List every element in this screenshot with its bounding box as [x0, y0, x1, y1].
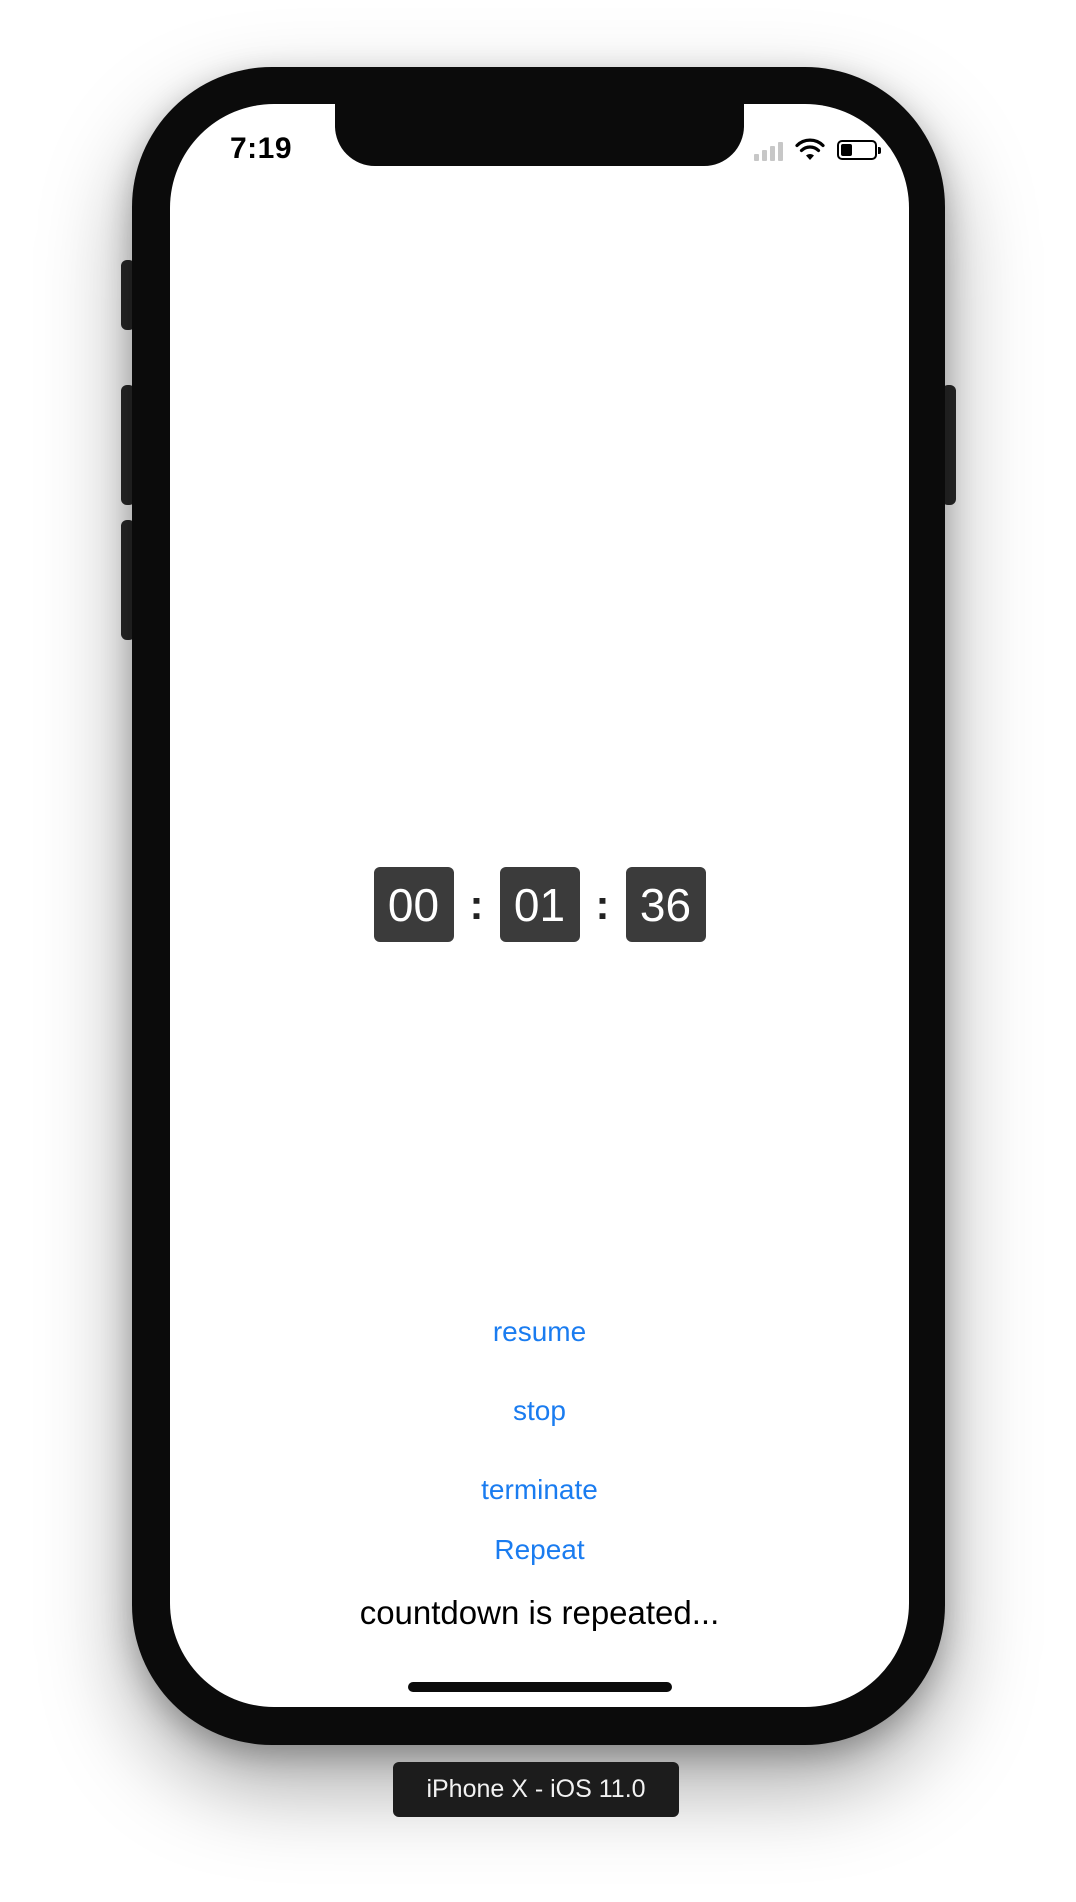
status-bar-time: 7:19: [230, 132, 293, 165]
resume-button[interactable]: resume: [170, 1316, 909, 1348]
minutes-display: 01: [499, 867, 580, 942]
countdown-status-label: countdown is repeated...: [359, 1594, 720, 1631]
stop-button[interactable]: stop: [170, 1395, 909, 1427]
timer-separator: :: [469, 881, 484, 928]
simulator-stage: 7:19 00 : 01 : 36 resume stop terminate …: [0, 0, 1076, 1902]
device-screen: 7:19 00 : 01 : 36 resume stop terminate …: [170, 104, 909, 1707]
battery-icon: [837, 140, 881, 160]
seconds-display: 36: [625, 867, 706, 942]
timer-separator: :: [595, 881, 610, 928]
terminate-button[interactable]: terminate: [170, 1474, 909, 1506]
countdown-timer: 00 : 01 : 36: [170, 867, 909, 942]
battery-level-fill: [841, 144, 852, 156]
notch: [335, 104, 744, 166]
status-bar-icons: [754, 136, 881, 164]
repeat-button[interactable]: Repeat: [170, 1534, 909, 1566]
cellular-signal-icon: [754, 139, 783, 161]
home-indicator[interactable]: [408, 1682, 672, 1692]
wifi-icon: [795, 138, 825, 160]
hours-display: 00: [373, 867, 454, 942]
device-name-label: iPhone X - iOS 11.0: [393, 1762, 679, 1817]
